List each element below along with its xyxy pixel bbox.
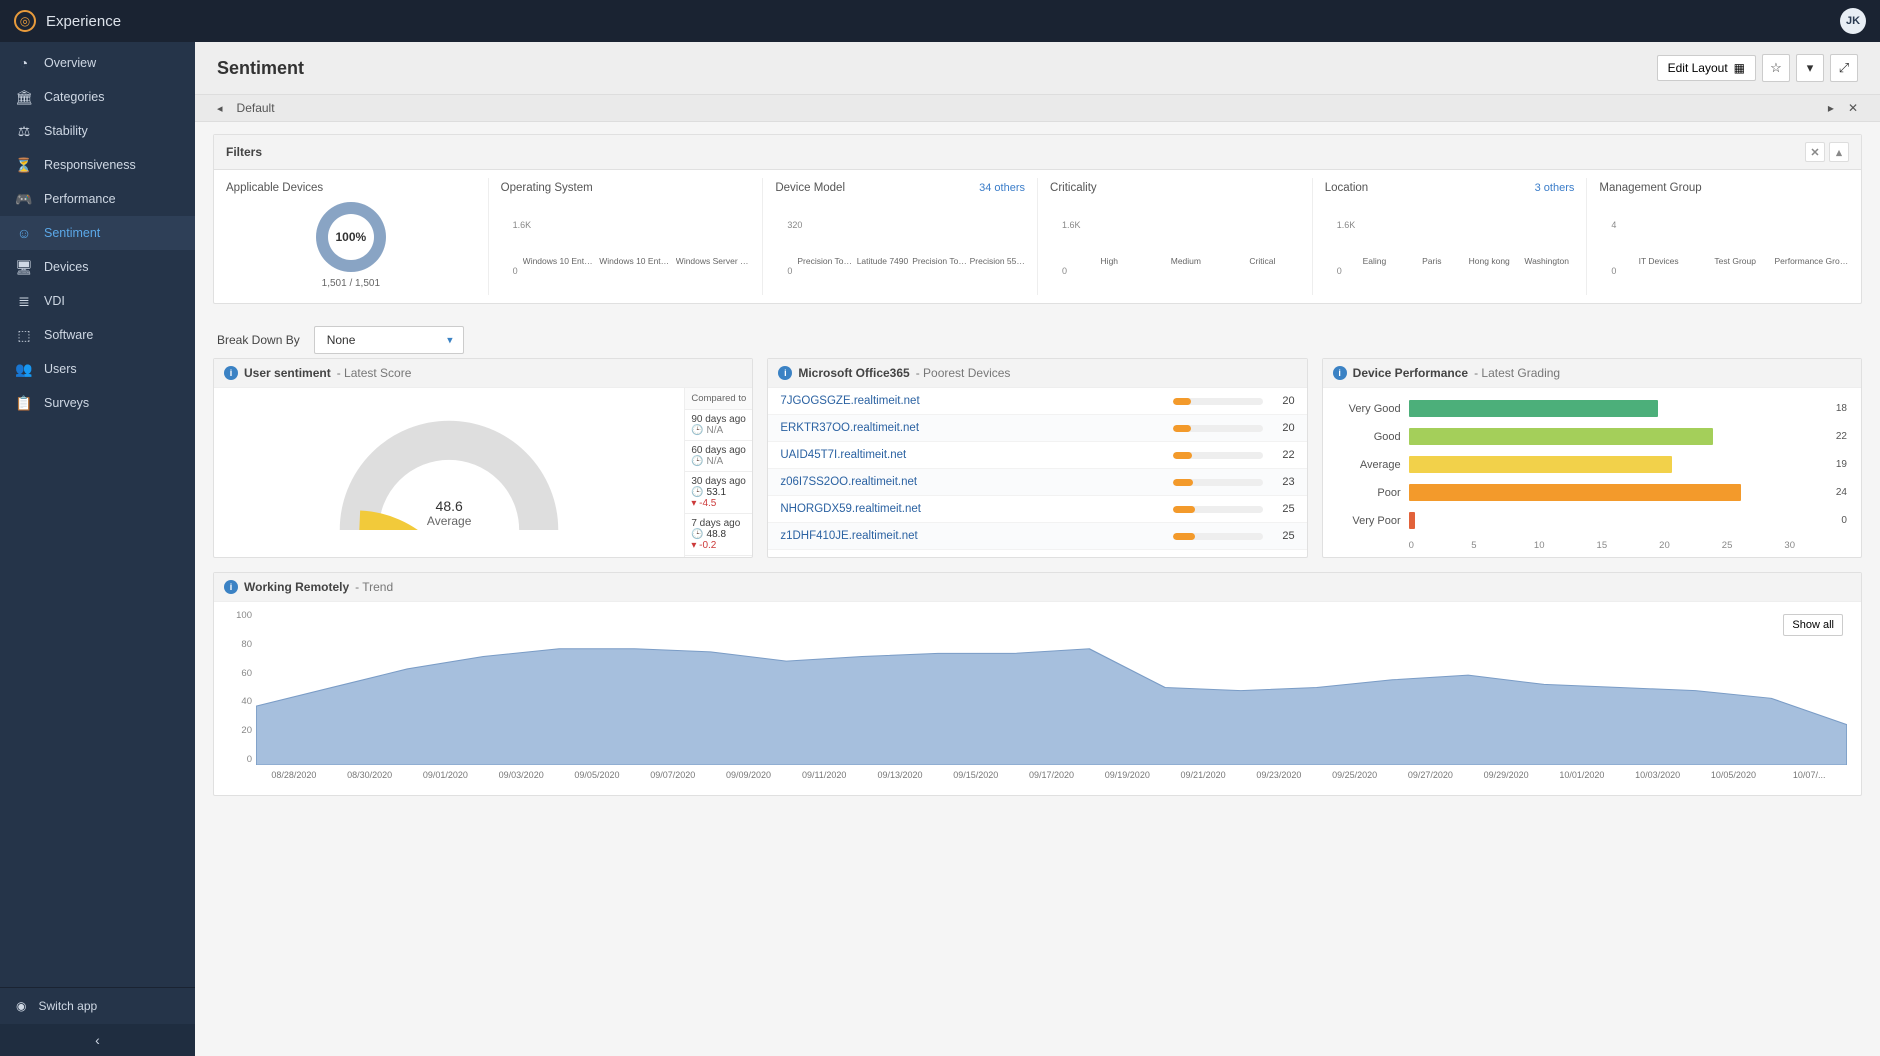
breakdown-dropdown[interactable]: None: [314, 326, 464, 354]
sidebar-item-surveys[interactable]: 📋Surveys: [0, 386, 195, 420]
filter-management-group[interactable]: Management Group40IT DevicesTest GroupPe…: [1587, 178, 1861, 295]
breadcrumb-prev[interactable]: ◂: [217, 102, 223, 115]
compare-row: 30 days ago🕒 53.1▾ -4.5: [685, 472, 752, 514]
poorest-device-row[interactable]: z1DHF410JE.realtimeit.net25: [768, 523, 1306, 550]
info-icon[interactable]: i: [224, 580, 238, 594]
sidebar-item-users[interactable]: 👥Users: [0, 352, 195, 386]
poorest-device-row[interactable]: NHORGDX59.realtimeit.net25: [768, 496, 1306, 523]
device-performance-card: i Device Performance - Latest Grading Ve…: [1322, 358, 1862, 558]
compare-row: 60 days ago🕒 N/A: [685, 441, 752, 472]
grid-icon: ▦: [1734, 61, 1745, 75]
page-title: Sentiment: [217, 58, 304, 79]
topbar: ◎ Experience JK: [0, 0, 1880, 42]
filters-panel: Filters ✕ ▴ Applicable Devices100%1,501 …: [213, 134, 1862, 304]
app-title: Experience: [46, 13, 121, 30]
expand-icon: ⤢: [1839, 60, 1849, 76]
filter-operating-system[interactable]: Operating System1.6K0Windows 10 Enterpri…: [489, 178, 764, 295]
devices-icon: 🖥: [16, 259, 32, 275]
responsiveness-icon: ⏳: [16, 157, 32, 173]
fullscreen-button[interactable]: ⤢: [1830, 54, 1858, 82]
filters-close-button[interactable]: ✕: [1805, 142, 1825, 162]
sidebar-item-software[interactable]: ⬚Software: [0, 318, 195, 352]
overview-icon: ◔: [16, 55, 32, 71]
breadcrumb-close[interactable]: ✕: [1848, 101, 1858, 115]
performance-row: Very Good18: [1337, 400, 1847, 417]
poorest-device-row[interactable]: UAID45T7I.realtimeit.net22: [768, 442, 1306, 469]
breadcrumb-current: Default: [237, 101, 275, 115]
performance-row: Average19: [1337, 456, 1847, 473]
filter-location[interactable]: Location3 others1.6K0EalingParisHong kon…: [1313, 178, 1588, 295]
poorest-device-row[interactable]: z06I7SS2OO.realtimeit.net23: [768, 469, 1306, 496]
poorest-device-row[interactable]: ERKTR37OO.realtimeit.net20: [768, 415, 1306, 442]
star-icon: ☆: [1770, 60, 1782, 76]
switch-app-button[interactable]: ◉ Switch app: [0, 987, 195, 1024]
performance-row: Poor24: [1337, 484, 1847, 501]
info-icon[interactable]: i: [1333, 366, 1347, 380]
app-logo-icon: ◎: [14, 10, 36, 32]
surveys-icon: 📋: [16, 395, 32, 411]
breadcrumb-bar: ◂ Default ▸ ✕: [195, 95, 1880, 122]
performance-icon: 🎮: [16, 191, 32, 207]
sentiment-gauge: 48.6 Average: [334, 415, 564, 530]
sidebar-item-stability[interactable]: ⚖Stability: [0, 114, 195, 148]
filter-criticality[interactable]: Criticality1.6K0HighMediumCritical: [1038, 178, 1313, 295]
categories-icon: 🏛: [16, 89, 32, 105]
switch-app-icon: ◉: [16, 999, 26, 1013]
performance-row: Very Poor0: [1337, 512, 1847, 529]
breakdown-row: Break Down By None: [213, 318, 1862, 358]
sidebar-item-vdi[interactable]: ≣VDI: [0, 284, 195, 318]
performance-row: Good22: [1337, 428, 1847, 445]
favorite-button[interactable]: ☆: [1762, 54, 1790, 82]
sentiment-icon: ☺: [16, 225, 32, 241]
sidebar: ◔Overview🏛Categories⚖Stability⏳Responsiv…: [0, 42, 195, 1056]
users-icon: 👥: [16, 361, 32, 377]
breadcrumb-next[interactable]: ▸: [1828, 101, 1834, 115]
compare-row: 90 days ago🕒 N/A: [685, 410, 752, 441]
filter-device-model[interactable]: Device Model34 others3200Precision Tower…: [763, 178, 1038, 295]
sidebar-item-sentiment[interactable]: ☺Sentiment: [0, 216, 195, 250]
filters-title: Filters: [226, 145, 262, 159]
edit-layout-button[interactable]: Edit Layout ▦: [1657, 55, 1756, 81]
compare-row: 7 days ago🕒 48.8▾ -0.2: [685, 514, 752, 556]
stability-icon: ⚖: [16, 123, 32, 139]
working-remotely-card: i Working Remotely - Trend Show all 1008…: [213, 572, 1862, 796]
info-icon[interactable]: i: [778, 366, 792, 380]
breakdown-label: Break Down By: [217, 333, 300, 347]
page-header: Sentiment Edit Layout ▦ ☆ ▾ ⤢: [195, 42, 1880, 95]
switch-app-label: Switch app: [38, 999, 97, 1013]
user-sentiment-card: i User sentiment - Latest Score 48.6: [213, 358, 753, 558]
show-all-button[interactable]: Show all: [1783, 614, 1843, 636]
more-dropdown-button[interactable]: ▾: [1796, 54, 1824, 82]
sidebar-item-responsiveness[interactable]: ⏳Responsiveness: [0, 148, 195, 182]
sidebar-collapse-button[interactable]: ‹: [0, 1024, 195, 1056]
poorest-device-row[interactable]: 7JGOGSGZE.realtimeit.net20: [768, 388, 1306, 415]
office365-card: i Microsoft Office365 - Poorest Devices …: [767, 358, 1307, 558]
info-icon[interactable]: i: [224, 366, 238, 380]
sidebar-item-performance[interactable]: 🎮Performance: [0, 182, 195, 216]
filter-applicable-devices[interactable]: Applicable Devices100%1,501 / 1,501: [214, 178, 489, 295]
caret-down-icon: ▾: [1807, 60, 1814, 76]
filters-collapse-button[interactable]: ▴: [1829, 142, 1849, 162]
sidebar-item-categories[interactable]: 🏛Categories: [0, 80, 195, 114]
trend-chart: [256, 610, 1847, 765]
sidebar-item-devices[interactable]: 🖥Devices: [0, 250, 195, 284]
software-icon: ⬚: [16, 327, 32, 343]
chevron-left-icon: ‹: [95, 1032, 100, 1048]
user-avatar[interactable]: JK: [1840, 8, 1866, 34]
sidebar-item-overview[interactable]: ◔Overview: [0, 46, 195, 80]
compare-header: Compared to: [685, 388, 752, 410]
vdi-icon: ≣: [16, 293, 32, 309]
